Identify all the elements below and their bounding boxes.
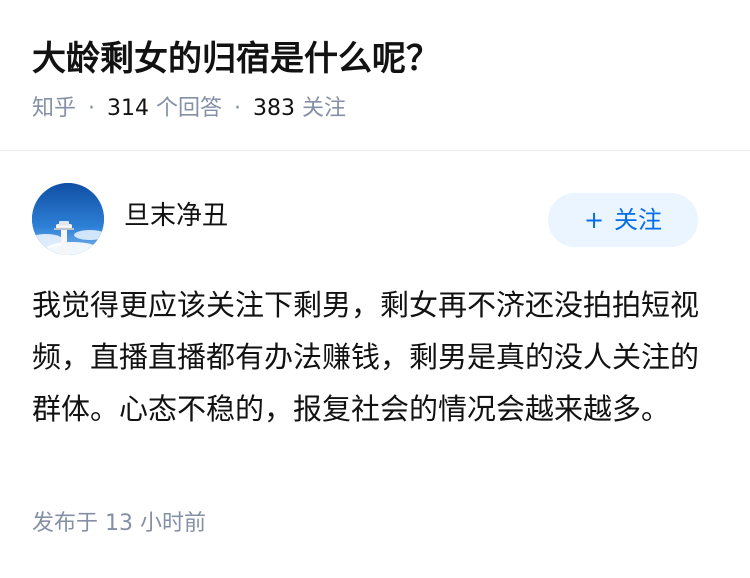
publish-time: 发布于 13 小时前 xyxy=(32,511,206,536)
follower-count-label: 关注 xyxy=(302,96,347,121)
meta-separator: · xyxy=(88,96,96,121)
answer-card: 旦末净丑 + 关注 我觉得更应该关注下剩男，剩女再不济还没拍拍短视频，直播直播都有… xyxy=(0,151,750,578)
meta-separator: · xyxy=(234,96,242,121)
answer-count: 314 xyxy=(107,96,150,121)
author-name[interactable]: 旦末净丑 xyxy=(124,198,228,234)
question-meta: 知乎 · 314 个回答 · 383 关注 xyxy=(32,92,346,126)
follower-count: 383 xyxy=(253,96,296,121)
site-name[interactable]: 知乎 xyxy=(32,96,76,121)
question-title[interactable]: 大龄剩女的归宿是什么呢？ xyxy=(32,36,440,82)
avatar-image-icon xyxy=(32,183,104,255)
follow-button[interactable]: + 关注 xyxy=(548,193,698,247)
answer-count-label: 个回答 xyxy=(156,96,223,121)
plus-icon: + xyxy=(583,206,605,234)
follow-button-label: 关注 xyxy=(614,206,663,234)
avatar[interactable] xyxy=(32,183,104,255)
answer-content[interactable]: 我觉得更应该关注下剩男，剩女再不济还没拍拍短视频，直播直播都有办法赚钱，剩男是真… xyxy=(32,279,702,435)
question-header: 大龄剩女的归宿是什么呢？ 知乎 · 314 个回答 · 383 关注 xyxy=(0,0,750,150)
